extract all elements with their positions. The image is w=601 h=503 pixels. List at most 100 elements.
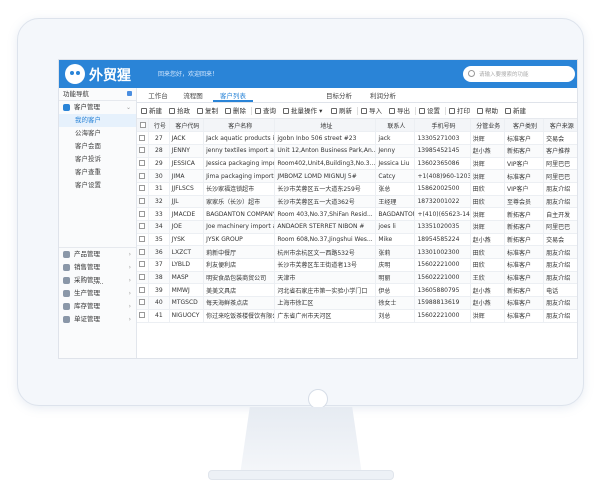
table-row[interactable]: 41NIGUOCY你过来吃饭茶楼餐饮有限公司广东省广州市天河区刘总1560222… (137, 309, 577, 323)
sidebar-group-documents[interactable]: 单证管理 › (59, 313, 136, 326)
row-checkbox[interactable] (137, 144, 150, 158)
delete-button[interactable]: 删除 (225, 106, 246, 116)
table-row[interactable]: 27JACKJack aquatic products im...jgobn I… (137, 131, 577, 145)
column-header[interactable]: 分管业务 (470, 119, 506, 133)
pin-icon[interactable] (127, 91, 132, 96)
export-button[interactable]: 导出 (389, 106, 410, 116)
table-row[interactable]: 34JOEJoe machinery import and...ANDAOER … (137, 220, 577, 234)
welcome-text: 回来您好，欢迎回来！ (158, 71, 219, 78)
sidebar-item-customer-settings[interactable]: 客户设置 (59, 179, 136, 192)
row-checkbox[interactable] (137, 157, 150, 171)
column-header[interactable]: 手机号码 (414, 119, 471, 133)
row-checkbox[interactable] (137, 131, 150, 145)
table-cell: 田欣 (470, 182, 506, 196)
header-checkbox[interactable] (137, 119, 150, 133)
sidebar-group-production[interactable]: 生产管理 › (59, 287, 136, 300)
search-box[interactable]: 请输入要搜索的功能 (463, 66, 575, 82)
print-button[interactable]: 打印 (449, 106, 470, 116)
sidebar-group-purchasing[interactable]: 采购管理 › (59, 274, 136, 287)
sidebar-group-sales[interactable]: 销售管理 › (59, 261, 136, 274)
table-cell: 13301002300 (414, 245, 471, 260)
table-cell: 朋友介绍 (543, 258, 577, 272)
monitor-base (208, 470, 394, 480)
table-row[interactable]: 33 JMACDE BAGDANTON COMPANY Room 403,No.37,… (137, 207, 577, 221)
table-row[interactable]: 38 MASP 明安食品包装商贸公司 天津市 明丽 15602221000 王欣 标准客户 朋友… (137, 271, 577, 285)
batch-operation-button[interactable]: 批量操作 ▾ (283, 106, 322, 116)
table-cell: 15602221000 (414, 271, 471, 285)
row-checkbox[interactable] (137, 296, 150, 310)
new-button[interactable]: 新建 (141, 106, 162, 116)
table-cell: 河北省石家庄市第一实验小学门口 (274, 283, 377, 298)
row-checkbox[interactable] (137, 309, 150, 323)
row-checkbox[interactable] (137, 169, 150, 183)
table-cell: 朋友介绍 (543, 182, 577, 196)
column-header[interactable]: 客户名称 (203, 119, 276, 133)
new-button-2[interactable]: 新建 (505, 106, 526, 116)
table-cell: BAGDANTON (375, 207, 416, 221)
table-row[interactable]: 29JESSICAJessica packaging import...Room… (137, 157, 577, 171)
column-header[interactable]: 联系人 (375, 119, 416, 133)
column-header[interactable]: 地址 (274, 119, 377, 133)
edit-button[interactable]: 拾政 (169, 106, 190, 116)
table-cell: 标准客户 (504, 258, 545, 272)
sidebar-group-products[interactable]: 产品管理 › (59, 248, 136, 261)
row-checkbox[interactable] (137, 195, 150, 209)
table-cell: 长沙市芙蓉区车王街道者13号 (274, 258, 377, 272)
table-cell: LYBLD (169, 258, 205, 272)
import-button[interactable]: 导入 (361, 106, 382, 116)
sidebar-group-customers[interactable]: 客户管理 ⌄ (59, 101, 136, 114)
table-row[interactable]: 28JENNYjenny textiles import and e...Uni… (137, 144, 577, 158)
row-checkbox[interactable] (137, 283, 150, 298)
tab-flowchart[interactable]: 流程图 (177, 90, 209, 102)
help-button[interactable]: 帮助 (477, 106, 498, 116)
table-cell: +1(408)960-1203 (414, 169, 471, 183)
tab-profit-analysis[interactable]: 利润分析 (365, 90, 401, 102)
column-header[interactable]: 客户代码 (169, 119, 205, 133)
sidebar-item-customer-complaints[interactable]: 客户投诉 (59, 153, 136, 166)
table-cell: Jessica packaging import... (203, 157, 276, 171)
query-button[interactable]: 查询 (255, 106, 276, 116)
table-row[interactable]: 30JIMAJima packaging import an...JMBOMZ … (137, 169, 577, 183)
table-cell: VIP客户 (504, 182, 545, 196)
table-cell: 客户推荐 (543, 144, 577, 158)
table-cell: 38 (148, 271, 170, 285)
tab-workbench[interactable]: 工作台 (143, 90, 173, 102)
sidebar-item-customer-meetings[interactable]: 客户会面 (59, 140, 136, 153)
table-cell: 朋友介绍 (543, 195, 577, 209)
row-checkbox[interactable] (137, 182, 150, 196)
table-row[interactable]: 36 LXZCT 莉新中餐厅 杭州市余杭区文一西路532号 张莉 13301002300 田… (137, 245, 577, 260)
table-row[interactable]: 31 JJFLSCS 长沙家福连锁超市 长沙市芙蓉区五一大道东259号 张总 158620… (137, 182, 577, 196)
table-cell: Room 608,No.37,Jingshui Wes... (274, 233, 377, 247)
row-checkbox[interactable] (137, 258, 150, 272)
tab-target-analysis[interactable]: 目标分析 (321, 90, 357, 102)
column-header[interactable]: 客户来源 (543, 119, 577, 133)
table-cell: 32 (148, 195, 170, 209)
table-cell: BAGDANTON COMPANY (203, 207, 276, 221)
row-checkbox[interactable] (137, 220, 150, 234)
row-checkbox[interactable] (137, 245, 150, 260)
tab-customer-list[interactable]: 客户列表 (213, 90, 253, 102)
table-cell: 上海市徐汇区 (274, 296, 377, 310)
grid-icon (283, 108, 289, 114)
copy-button[interactable]: 复制 (197, 106, 218, 116)
table-row[interactable]: 40 MTGSCD 每天海鲜茶点店 上海市徐汇区 徐女士 15988813619 赵小燕 标准… (137, 296, 577, 310)
row-checkbox[interactable] (137, 233, 150, 247)
table-cell: 长沙市芙蓉区五一大道362号 (274, 195, 377, 209)
sidebar-item-my-customers[interactable]: 我的客户 (59, 114, 136, 127)
sidebar-item-public-customers[interactable]: 公海客户 (59, 127, 136, 140)
row-checkbox[interactable] (137, 271, 150, 285)
table-row[interactable]: 32 JJL 家家乐（长沙）超市 长沙市芙蓉区五一大道362号 王经理 187320010… (137, 195, 577, 209)
table-row[interactable]: 37 LYBLD 利友便利店 长沙市芙蓉区车王街道者13号 庆明 15602221000 田… (137, 258, 577, 272)
tab-bar: 工作台 流程图 客户列表 目标分析 利润分析 (137, 88, 577, 103)
settings-button[interactable]: 设置 (419, 106, 440, 116)
sidebar-group-inventory[interactable]: 库存管理 › (59, 300, 136, 313)
column-header[interactable]: 行号 (148, 119, 170, 133)
refresh-button[interactable]: 刷新 (331, 106, 352, 116)
table-cell: 至尊会员 (504, 195, 545, 209)
table-row[interactable]: 35 JYSK JYSK GROUP Room 608,No.37,Jingshui … (137, 233, 577, 247)
sidebar-item-customer-duplicates[interactable]: 客户查重 (59, 166, 136, 179)
column-header[interactable]: 客户类别 (504, 119, 545, 133)
row-checkbox[interactable] (137, 207, 150, 221)
table-cell: jack (375, 131, 416, 145)
table-row[interactable]: 39 MMWJ 美美文具店 河北省石家庄市第一实验小学门口 伊总 13605880795 赵… (137, 283, 577, 298)
